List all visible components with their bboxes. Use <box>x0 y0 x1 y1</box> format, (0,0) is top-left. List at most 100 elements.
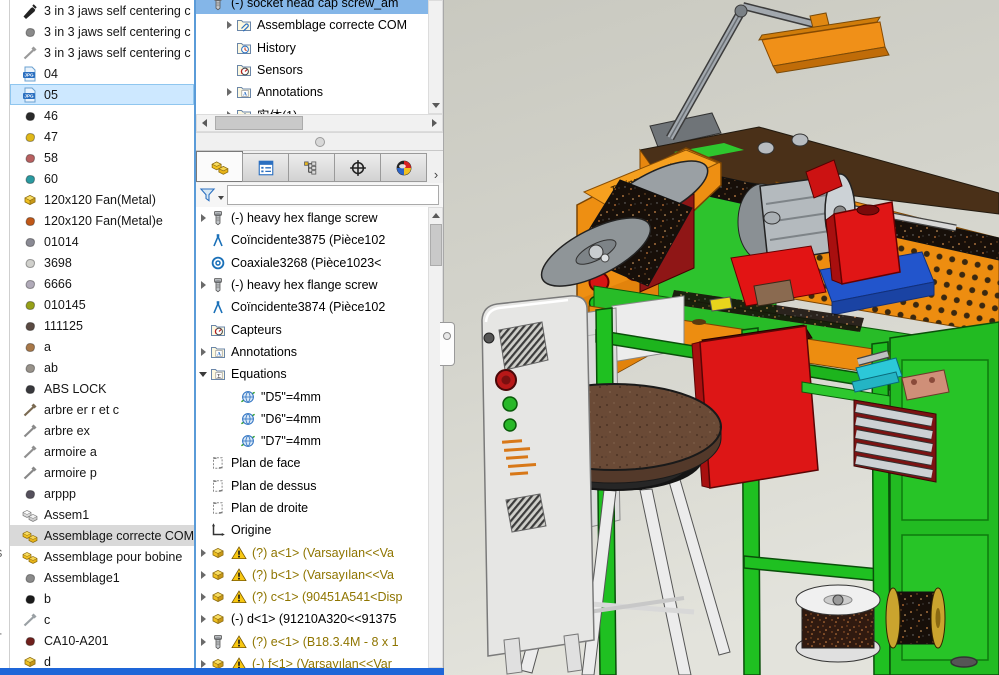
jpg-icon <box>22 66 39 82</box>
file-list-item[interactable]: Assemblage correcte COM <box>10 525 194 546</box>
expander-icon[interactable] <box>196 281 210 289</box>
feature-tree-item[interactable]: Plan de face <box>196 452 428 474</box>
feature-tree-item[interactable]: Plan de droite <box>196 497 428 519</box>
file-list-item[interactable]: 3698 <box>10 252 194 273</box>
expander-icon[interactable] <box>222 21 236 29</box>
expander-icon[interactable] <box>196 593 210 601</box>
file-list-item[interactable]: CA10-A201 <box>10 630 194 651</box>
file-list-item[interactable]: 05 <box>10 84 194 105</box>
file-list-item[interactable]: Assemblage1 <box>10 567 194 588</box>
file-list-item[interactable]: 01014 <box>10 231 194 252</box>
file-list-item[interactable]: 47 <box>10 126 194 147</box>
expander-icon[interactable] <box>196 638 210 646</box>
expander-icon[interactable] <box>196 372 210 377</box>
feature-tree-item[interactable]: Annotations <box>196 81 428 103</box>
file-list-item[interactable]: 60 <box>10 168 194 189</box>
file-label: arbre er r et c <box>44 403 119 417</box>
expander-icon[interactable] <box>222 88 236 96</box>
filter-dropdown-icon[interactable] <box>218 196 224 200</box>
scroll-right-button[interactable] <box>427 115 442 131</box>
green-button[interactable] <box>504 419 516 431</box>
wire-spool-copper[interactable] <box>796 585 880 662</box>
file-list-item[interactable]: 58 <box>10 147 194 168</box>
featuremanager-tab[interactable] <box>196 151 243 182</box>
feature-tree-item[interactable]: (?) a<1> (Varsayılan<<Va <box>196 541 428 563</box>
file-list-item[interactable]: 120x120 Fan(Metal)e <box>10 210 194 231</box>
feature-tree-item[interactable]: (?) c<1> (90451A541<Disp <box>196 586 428 608</box>
feature-tree-item[interactable]: Coaxiale3268 (Pièce1023< <box>196 252 428 274</box>
viewport-3d[interactable]: Taping and coil making machine <box>444 0 999 675</box>
file-list-item[interactable]: 3 in 3 jaws self centering c <box>10 21 194 42</box>
file-list-item[interactable]: armoire a <box>10 441 194 462</box>
scrollbar-vertical[interactable] <box>428 207 443 668</box>
feature-tree-item[interactable]: (?) b<1> (Varsayılan<<Va <box>196 564 428 586</box>
feature-tree-item[interactable]: Coïncidente3875 (Pièce102 <box>196 229 428 251</box>
feature-tree-item[interactable]: Annotations <box>196 341 428 363</box>
feature-tree-item[interactable]: History <box>196 37 428 59</box>
file-list-item[interactable]: 6666 <box>10 273 194 294</box>
feature-tree-item[interactable]: Origine <box>196 519 428 541</box>
filter-funnel-icon[interactable] <box>199 186 217 204</box>
expander-icon[interactable] <box>196 549 210 557</box>
file-list-item[interactable]: armoire p <box>10 462 194 483</box>
feature-tree-item[interactable]: "D6"=4mm <box>196 408 428 430</box>
panel-collapse-tab[interactable] <box>440 322 455 366</box>
scroll-down-button[interactable] <box>429 98 442 113</box>
tab-overflow-button[interactable]: › <box>430 167 442 182</box>
feature-tree-item[interactable]: "D5"=4mm <box>196 385 428 407</box>
feature-tree-item[interactable]: "D7"=4mm <box>196 430 428 452</box>
file-list-item[interactable]: 010145 <box>10 294 194 315</box>
file-list-item[interactable]: b <box>10 588 194 609</box>
scroll-left-button[interactable] <box>197 115 212 131</box>
file-list-item[interactable]: 04 <box>10 63 194 84</box>
file-list-item[interactable]: arbre ex <box>10 420 194 441</box>
feature-tree-item[interactable]: Sensors <box>196 59 428 81</box>
file-list-item[interactable]: 46 <box>10 105 194 126</box>
screw-icon <box>210 0 228 11</box>
feature-tree-item[interactable]: Coïncidente3874 (Pièce102 <box>196 296 428 318</box>
feature-tree-item[interactable]: (-) heavy hex flange screw <box>196 274 428 296</box>
dimxpertmanager-tab[interactable] <box>334 153 381 182</box>
file-list-item[interactable]: a <box>10 336 194 357</box>
feature-tree-item[interactable]: Equations <box>196 363 428 385</box>
file-list-item[interactable]: d <box>10 651 194 668</box>
scroll-thumb[interactable] <box>430 224 442 266</box>
file-list-item[interactable]: c <box>10 609 194 630</box>
file-list-item[interactable]: arppp <box>10 483 194 504</box>
file-list-item[interactable]: ABS LOCK <box>10 378 194 399</box>
expander-icon[interactable] <box>196 615 210 623</box>
file-list-item[interactable]: ab <box>10 357 194 378</box>
scroll-up-button[interactable] <box>429 208 442 223</box>
feature-tree-item[interactable]: (-) heavy hex flange screw <box>196 207 428 229</box>
file-list-item[interactable]: 3 in 3 jaws self centering c <box>10 0 194 21</box>
feature-tree-item[interactable]: (?) e<1> (B18.3.4M - 8 x 1 <box>196 631 428 653</box>
expander-icon[interactable] <box>196 571 210 579</box>
scrollbar-horizontal[interactable] <box>196 114 443 132</box>
file-list-item[interactable]: 120x120 Fan(Metal) <box>10 189 194 210</box>
wire-spool-black[interactable] <box>886 588 945 648</box>
file-list-item[interactable]: Assemblage pour bobine <box>10 546 194 567</box>
displaymanager-tab[interactable] <box>380 153 427 182</box>
part-misc-icon <box>22 150 39 166</box>
file-list-item[interactable]: arbre er r et c <box>10 399 194 420</box>
file-list-item[interactable]: 3 in 3 jaws self centering c <box>10 42 194 63</box>
feature-tree-item[interactable]: (-) d<1> (91210A320<<91375 <box>196 608 428 630</box>
scroll-thumb[interactable] <box>215 116 303 130</box>
file-list-item[interactable]: 111125 <box>10 315 194 336</box>
feature-tree-item[interactable]: 实体(1) <box>196 103 428 114</box>
expander-icon[interactable] <box>196 660 210 668</box>
green-button[interactable] <box>503 397 517 411</box>
tree-filter-input[interactable] <box>227 185 439 205</box>
expander-icon[interactable] <box>196 214 210 222</box>
feature-tree-item[interactable]: (-) f<1> (Varsayılan<<Var <box>196 653 428 668</box>
red-bin[interactable] <box>692 325 818 488</box>
propertymanager-tab[interactable] <box>242 153 289 182</box>
scrollbar-vertical[interactable] <box>428 0 443 114</box>
file-list-item[interactable]: Assem1 <box>10 504 194 525</box>
feature-tree-item[interactable]: Assemblage correcte COM <box>196 14 428 36</box>
expander-icon[interactable] <box>196 348 210 356</box>
feature-tree-item[interactable]: Capteurs <box>196 318 428 340</box>
feature-tree-item[interactable]: (-) socket head cap screw_am <box>196 0 428 14</box>
configurationmanager-tab[interactable] <box>288 153 335 182</box>
feature-tree-item[interactable]: Plan de dessus <box>196 475 428 497</box>
